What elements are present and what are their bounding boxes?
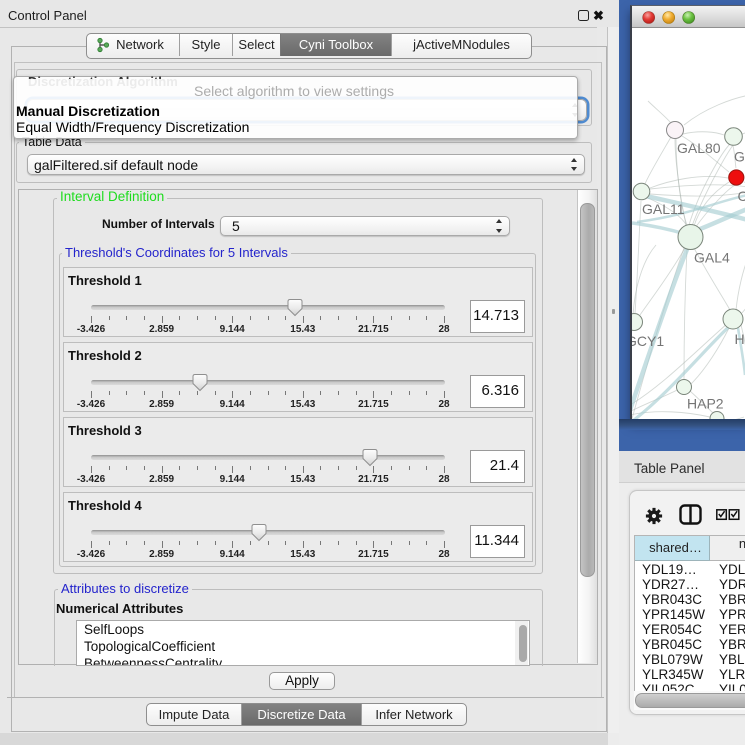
svg-text:GA: GA [734,149,745,165]
svg-text:GAL11: GAL11 [642,201,685,217]
svg-text:GAL80: GAL80 [677,140,721,156]
svg-text:HAP2: HAP2 [687,396,724,412]
svg-text:H: H [735,331,745,347]
svg-text:GAL4: GAL4 [694,250,730,266]
svg-text:GCY1: GCY1 [632,333,664,349]
svg-text:C: C [738,188,745,204]
